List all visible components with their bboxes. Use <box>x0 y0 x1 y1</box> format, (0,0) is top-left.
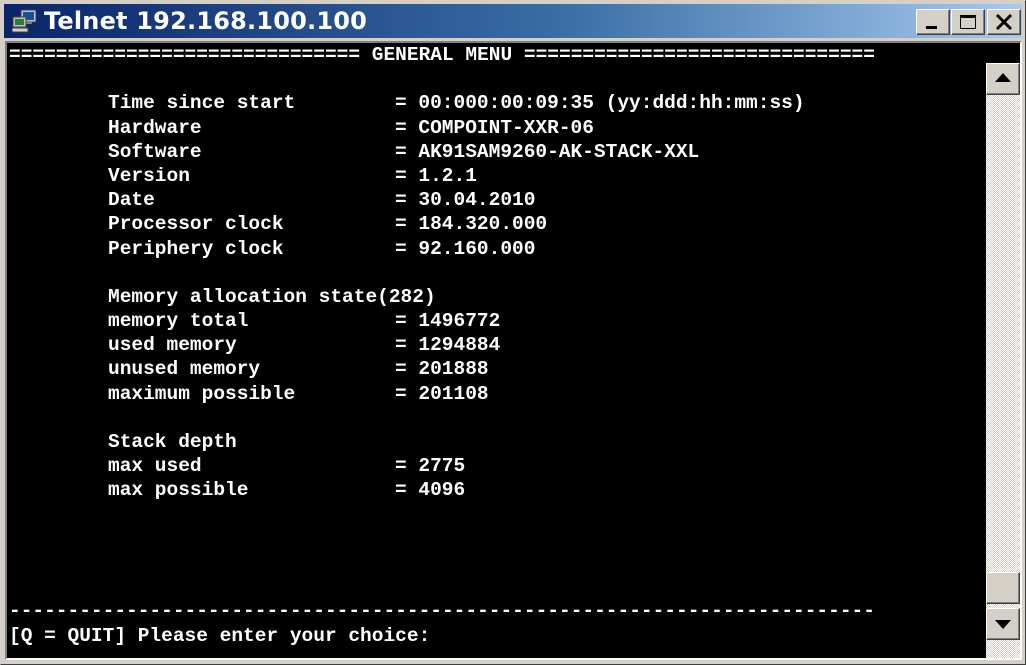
info-value: = COMPOINT-XXR-06 <box>395 116 594 139</box>
info-row: Processor clock = 184.320.000 <box>9 212 985 236</box>
info-row: Version = 1.2.1 <box>9 164 985 188</box>
info-label: Processor clock <box>108 213 284 236</box>
info-value: = 92.160.000 <box>395 237 536 260</box>
stack-value: = 2775 <box>395 455 466 478</box>
title-bar[interactable]: Telnet 192.168.100.100 <box>4 4 1022 38</box>
memory-row: used memory = 1294884 <box>9 333 985 357</box>
command-prompt[interactable]: [Q = QUIT] Please enter your choice: <box>9 624 985 648</box>
terminal-screen[interactable]: ============================== GENERAL M… <box>9 43 985 658</box>
info-label: Date <box>108 189 155 212</box>
memory-section-title: Memory allocation state(282) <box>108 285 436 308</box>
info-row: Periphery clock = 92.160.000 <box>9 237 985 261</box>
stack-label: max possible <box>108 479 249 502</box>
info-row: Date = 30.04.2010 <box>9 188 985 212</box>
info-value: = 1.2.1 <box>395 164 477 187</box>
info-value: = 00:000:00:09:35 (yy:ddd:hh:mm:ss) <box>395 92 805 115</box>
memory-label: memory total <box>108 310 249 333</box>
memory-label: maximum possible <box>108 382 296 405</box>
close-icon <box>995 13 1013 31</box>
info-label: Hardware <box>108 116 202 139</box>
maximize-button[interactable] <box>951 9 985 35</box>
info-value: = 30.04.2010 <box>395 189 536 212</box>
memory-value: = 1294884 <box>395 334 501 357</box>
info-label: Version <box>108 164 190 187</box>
minimize-button[interactable] <box>916 9 950 35</box>
minimize-icon <box>926 26 937 29</box>
telnet-window: Telnet 192.168.100.100 =================… <box>0 0 1026 665</box>
memory-label: unused memory <box>108 358 261 381</box>
stack-section-title: Stack depth <box>108 431 237 453</box>
menu-header: ============================== GENERAL M… <box>9 44 875 66</box>
memory-row: memory total = 1496772 <box>9 309 985 333</box>
window-title: Telnet 192.168.100.100 <box>44 7 368 35</box>
info-row: Hardware = COMPOINT-XXR-06 <box>9 116 985 140</box>
scroll-down-arrow-icon <box>995 620 1011 629</box>
memory-label: used memory <box>108 334 237 357</box>
scroll-up-arrow-icon <box>995 73 1011 82</box>
info-label: Periphery clock <box>108 237 284 260</box>
memory-value: = 201888 <box>395 358 489 381</box>
stack-label: max used <box>108 455 202 478</box>
info-row: Time since start = 00:000:00:09:35 (yy:dd… <box>9 91 985 115</box>
maximize-icon <box>960 15 976 29</box>
footer-rule: ----------------------------------------… <box>9 600 875 623</box>
memory-value: = 1496772 <box>395 310 501 333</box>
scroll-down-button[interactable] <box>986 608 1020 640</box>
terminal-client-area[interactable]: ============================== GENERAL M… <box>5 41 1022 660</box>
memory-value: = 201108 <box>395 382 489 405</box>
info-value: = 184.320.000 <box>395 213 548 236</box>
memory-row: maximum possible = 201108 <box>9 382 985 406</box>
vertical-scrollbar[interactable] <box>986 63 1020 658</box>
stack-row: max used = 2775 <box>9 454 985 478</box>
memory-row: unused memory = 201888 <box>9 357 985 381</box>
stack-value: = 4096 <box>395 479 466 502</box>
stack-row: max possible = 4096 <box>9 478 985 502</box>
info-label: Time since start <box>108 92 296 115</box>
telnet-computer-icon[interactable] <box>11 9 38 33</box>
info-label: Software <box>108 140 202 163</box>
info-row: Software = AK91SAM9260-AK-STACK-XXL <box>9 140 985 164</box>
scrollbar-thumb[interactable] <box>986 572 1020 604</box>
scroll-up-button[interactable] <box>986 63 1020 95</box>
info-value: = AK91SAM9260-AK-STACK-XXL <box>395 140 700 163</box>
close-button[interactable] <box>987 9 1021 35</box>
